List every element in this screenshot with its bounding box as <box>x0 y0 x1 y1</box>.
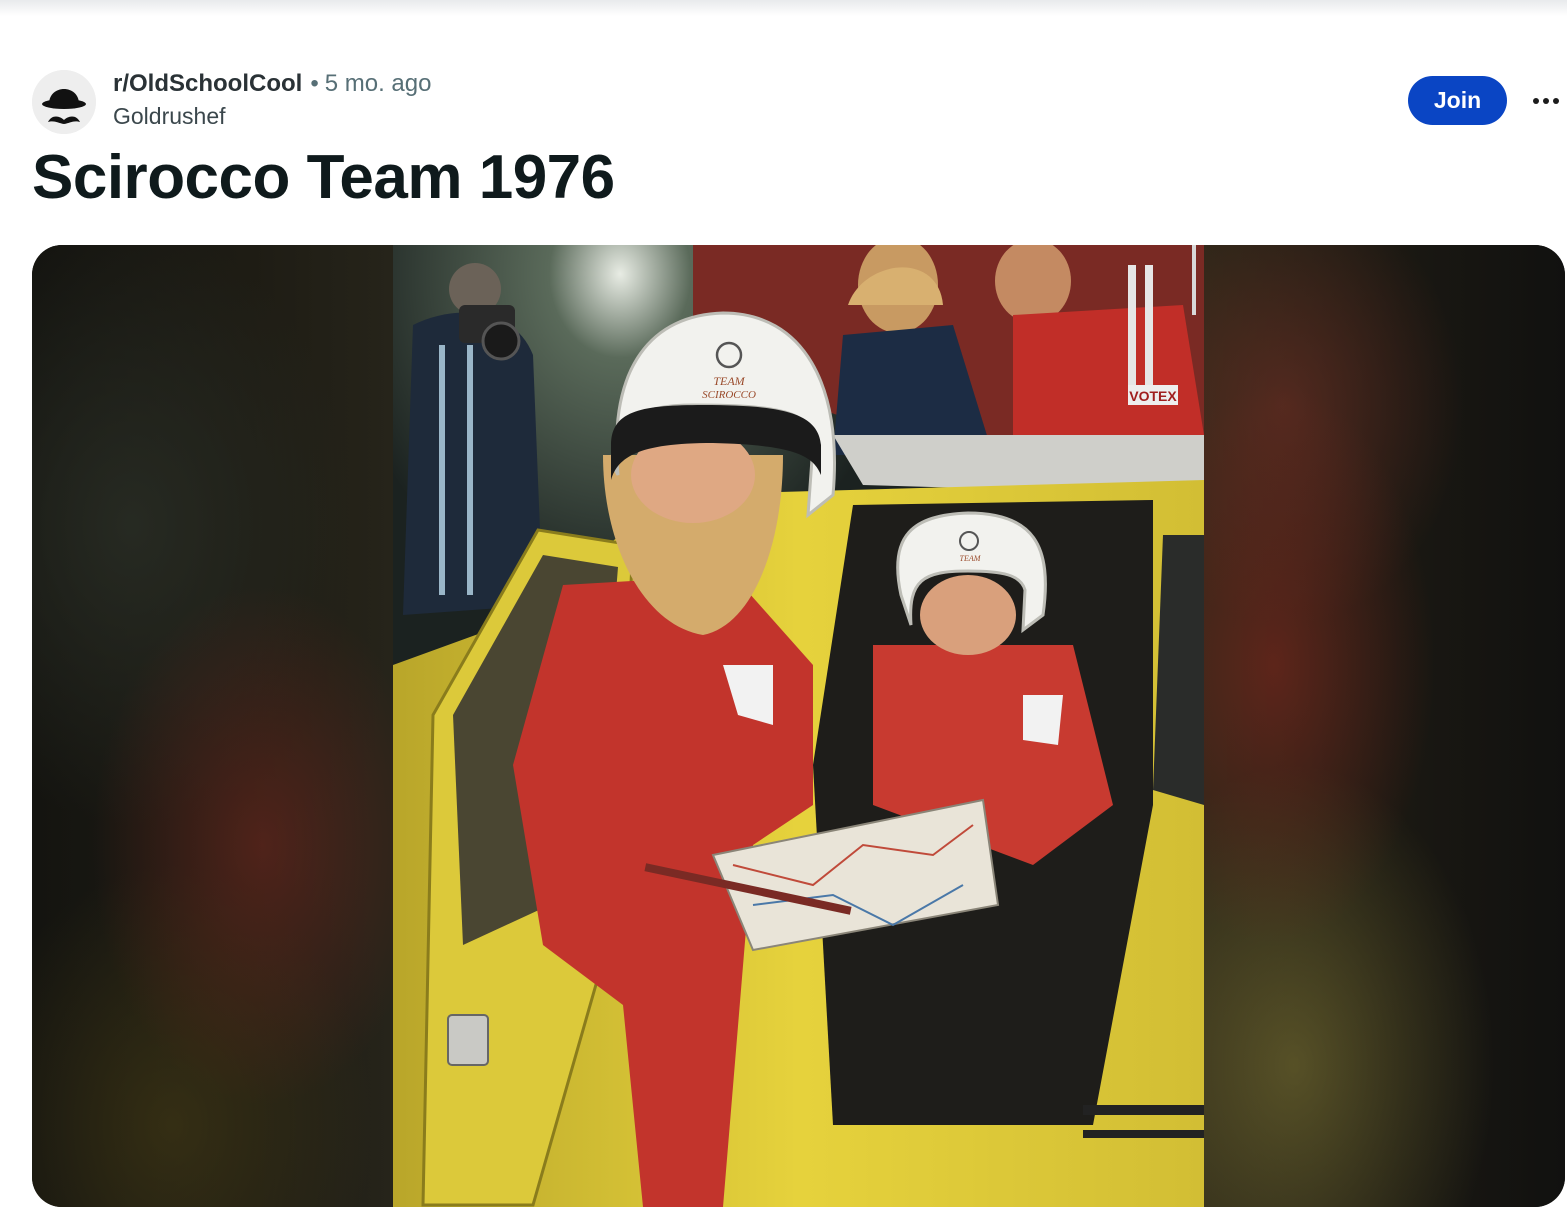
media-blurred-backdrop-right <box>1204 245 1565 1207</box>
meta-separator: • <box>310 70 319 97</box>
patch-text: VOTEX <box>1129 388 1177 404</box>
subreddit-link[interactable]: r/OldSchoolCool <box>113 70 302 97</box>
bowler-hat-mustache-icon <box>32 70 96 134</box>
helmet-text-team: TEAM <box>713 374 745 388</box>
more-options-button[interactable] <box>1526 84 1566 118</box>
photo-illustration: VOTEX TEAM SCIROCCO TEAM <box>393 245 1204 1207</box>
more-horizontal-icon-dot <box>1543 98 1549 104</box>
meta-line: r/OldSchoolCool • 5 mo. ago <box>113 68 431 100</box>
more-horizontal-icon <box>1533 98 1539 104</box>
helmet2-text-team: TEAM <box>960 554 982 563</box>
post-timestamp: 5 mo. ago <box>324 70 432 97</box>
post-image[interactable]: VOTEX TEAM SCIROCCO TEAM <box>393 245 1204 1207</box>
author-link[interactable]: Goldrushef <box>113 100 431 132</box>
top-divider <box>0 0 1567 16</box>
post-meta: r/OldSchoolCool • 5 mo. ago Goldrushef <box>113 68 431 132</box>
post-title: Scirocco Team 1976 <box>32 143 615 212</box>
post-media[interactable]: VOTEX TEAM SCIROCCO TEAM <box>32 245 1565 1207</box>
helmet-text-scirocco: SCIROCCO <box>702 389 756 401</box>
join-button[interactable]: Join <box>1408 76 1507 125</box>
post-header: r/OldSchoolCool • 5 mo. ago Goldrushef <box>32 68 1552 138</box>
reddit-post-page: r/OldSchoolCool • 5 mo. ago Goldrushef Joi… <box>0 0 1567 1207</box>
subreddit-avatar[interactable] <box>32 70 96 134</box>
media-blurred-backdrop-left <box>32 245 394 1207</box>
more-horizontal-icon-dot <box>1553 98 1559 104</box>
